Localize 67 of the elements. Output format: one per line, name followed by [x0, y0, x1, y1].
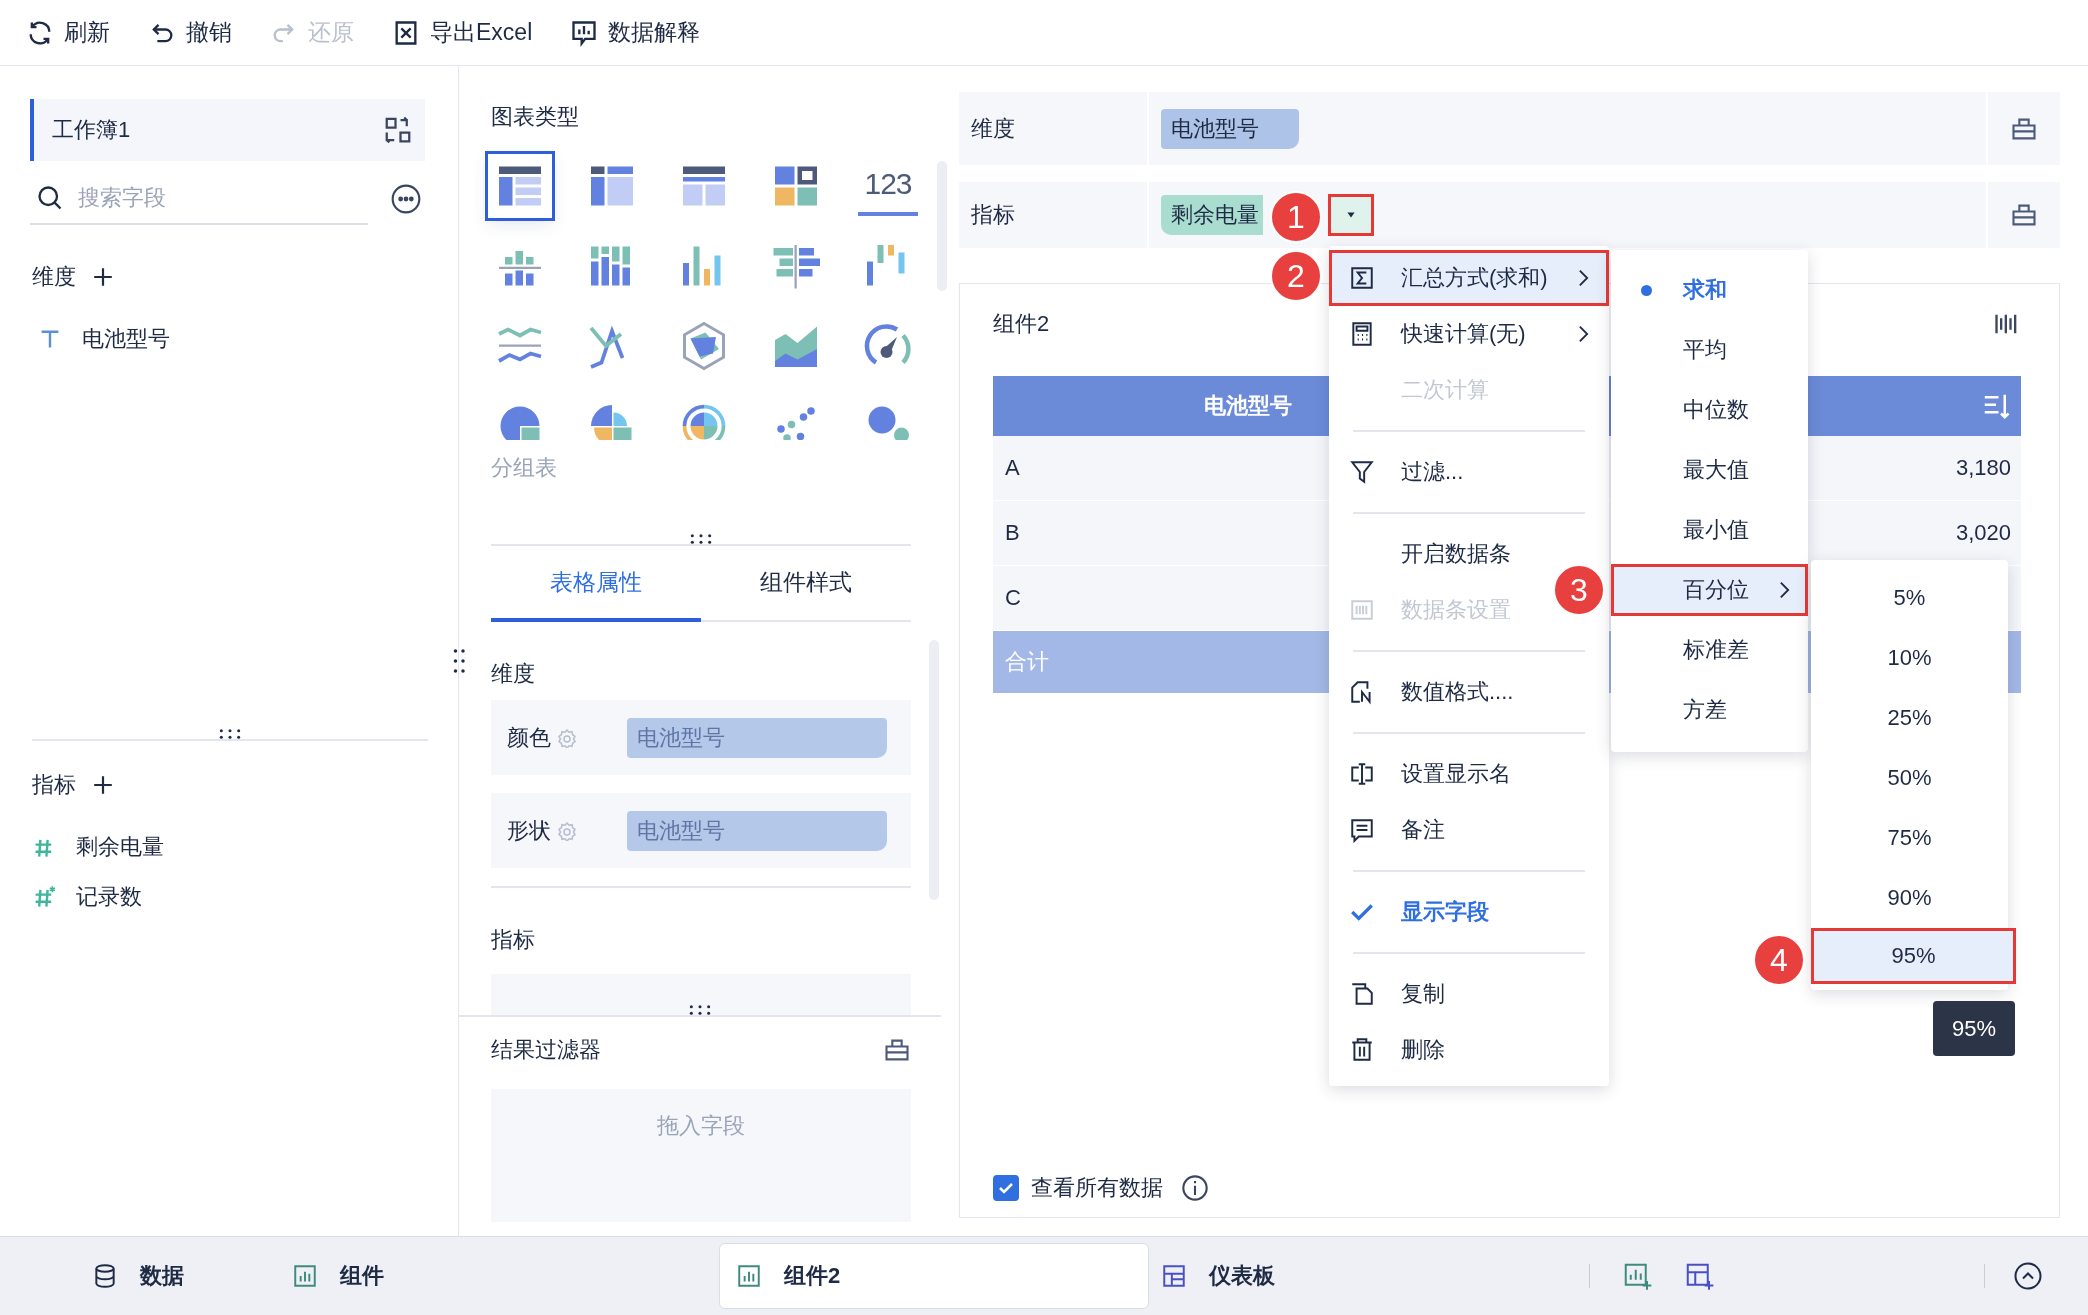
drop-hint: 拖入字段 — [657, 1112, 745, 1140]
menu-item[interactable]: 快速计算(无) — [1329, 306, 1609, 362]
shelf-label: 维度 — [959, 92, 1149, 165]
table-cell: C — [1005, 585, 1021, 610]
menu-item[interactable]: 最大值 — [1611, 440, 1808, 500]
menu-item[interactable]: 标准差 — [1611, 620, 1808, 680]
menu-item[interactable]: 备注 — [1329, 802, 1455, 858]
step-badge: 2 — [1270, 250, 1322, 302]
menu-item[interactable]: 50% — [1811, 748, 2008, 808]
shelf-label: 指标 — [959, 182, 1149, 248]
toolbar-button[interactable]: 数据解释 — [568, 13, 703, 52]
menu-item[interactable]: 汇总方式(求和) — [1329, 250, 1609, 306]
workbook-title: 工作簿1 — [52, 116, 131, 144]
field-item[interactable]: 电池型号 — [32, 319, 176, 359]
sheet-tab[interactable]: 组件 — [280, 1243, 719, 1309]
total-cell: 合计 — [1005, 649, 1049, 674]
menu-item[interactable]: 复制 — [1329, 966, 1455, 1022]
toolbar-button[interactable]: 导出Excel — [390, 13, 535, 52]
workbook-header[interactable]: 工作簿1 — [30, 99, 425, 161]
section-title: 维度 — [32, 263, 76, 291]
tooltip: 95% — [1933, 1001, 2015, 1056]
menu-item[interactable]: 90% — [1811, 868, 2008, 928]
menu-item[interactable]: 中位数 — [1611, 380, 1808, 440]
property-label: 颜色 — [507, 723, 552, 752]
menu-item[interactable]: 百分位 — [1611, 564, 1808, 616]
menu-item[interactable]: 75% — [1811, 808, 2008, 868]
chart-type-label: 分组表 — [491, 454, 558, 482]
menu-item[interactable]: 数值格式.... — [1329, 664, 1524, 720]
toolbar-button[interactable]: 刷新 — [24, 13, 112, 52]
sheet-tab[interactable]: 数据 — [80, 1243, 280, 1309]
component-title: 组件2 — [993, 310, 1050, 338]
field-item[interactable]: 记录数 — [26, 877, 148, 917]
menu-item[interactable]: 25% — [1811, 688, 2008, 748]
menu-item[interactable]: 平均 — [1611, 320, 1808, 380]
section-title: 结果过滤器 — [491, 1036, 601, 1064]
step-badge: 4 — [1753, 934, 1805, 986]
table-cell: 3,180 — [1955, 455, 2011, 480]
section-title: 维度 — [491, 660, 535, 688]
panel-title: 图表类型 — [491, 103, 580, 131]
menu-item[interactable]: 最小值 — [1611, 500, 1808, 560]
menu-item[interactable]: 10% — [1811, 628, 2008, 688]
table-cell: 3,020 — [1955, 520, 2011, 545]
menu-item[interactable]: 95% — [1811, 928, 2016, 984]
field-pill[interactable]: 电池型号 — [1161, 108, 1299, 149]
menu-item[interactable]: 设置显示名 — [1329, 746, 1521, 802]
sheet-tab[interactable]: 仪表板 — [1149, 1243, 1579, 1309]
checkbox-label: 查看所有数据 — [1031, 1174, 1163, 1202]
field-pill[interactable]: 剩余电量 — [1161, 195, 1263, 235]
sheet-tab[interactable]: 组件2 — [719, 1243, 1149, 1309]
table-cell: A — [1005, 455, 1020, 480]
menu-item[interactable]: 求和 — [1611, 260, 1808, 320]
menu-item[interactable]: 删除 — [1329, 1022, 1455, 1078]
menu-item[interactable]: 5% — [1811, 568, 2008, 628]
menu-item[interactable]: 开启数据条 — [1329, 526, 1521, 582]
field-item[interactable]: 剩余电量 — [26, 827, 170, 867]
menu-item[interactable]: 方差 — [1611, 680, 1808, 740]
toolbar-button[interactable]: 撤销 — [146, 13, 234, 52]
tab[interactable]: 表格属性 — [491, 546, 701, 622]
menu-item[interactable]: 过滤... — [1329, 444, 1474, 500]
search-field[interactable]: 搜索字段 — [78, 178, 358, 218]
chart-type-button[interactable]: 123 — [842, 146, 934, 226]
menu-item[interactable]: 显示字段 — [1329, 884, 1499, 940]
section-title: 指标 — [491, 926, 535, 954]
section-title: 指标 — [32, 771, 76, 799]
property-label: 形状 — [507, 816, 552, 845]
tab[interactable]: 组件样式 — [701, 546, 911, 622]
table-cell: B — [1005, 520, 1020, 545]
